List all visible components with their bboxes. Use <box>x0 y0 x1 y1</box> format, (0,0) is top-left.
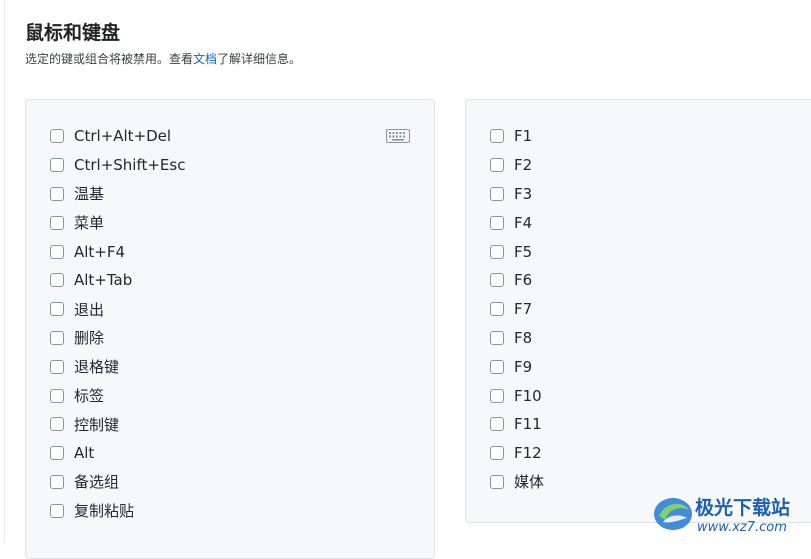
checkbox[interactable] <box>490 446 504 461</box>
keyboard-icon[interactable] <box>386 129 410 143</box>
key-combo-item-label: Alt+Tab <box>74 271 133 290</box>
function-key-item[interactable]: F7 <box>490 295 544 324</box>
key-combo-item[interactable]: 备选组 <box>50 468 185 497</box>
key-combo-item-label: Ctrl+Shift+Esc <box>74 156 186 175</box>
checkbox[interactable] <box>50 446 64 461</box>
checkbox[interactable] <box>490 244 504 259</box>
key-combo-item[interactable]: 温基 <box>50 180 185 209</box>
watermark-url: www.xz7.com <box>697 520 787 535</box>
page-left-border <box>4 0 5 543</box>
key-combo-item-label: 温基 <box>74 185 105 204</box>
function-key-item-label: F9 <box>514 357 533 376</box>
function-key-item-label: F11 <box>514 415 542 434</box>
function-key-item-label: 媒体 <box>514 473 545 492</box>
function-key-item-label: F7 <box>514 300 533 319</box>
key-combo-item[interactable]: Alt <box>50 439 185 468</box>
function-keys-panel: F1 F2 F3 F4 F5 F6 F7 F8 F9 F10 F11 F12 媒体 <box>465 99 811 523</box>
function-key-item-label: F8 <box>514 328 533 347</box>
function-key-item-label: F1 <box>514 127 533 146</box>
key-combo-item[interactable]: 标签 <box>50 381 185 410</box>
checkbox[interactable] <box>50 129 64 144</box>
key-combo-item-label: 备选组 <box>74 473 120 492</box>
checkbox[interactable] <box>490 215 504 230</box>
function-key-item-label: F10 <box>514 386 542 405</box>
checkbox[interactable] <box>50 244 64 259</box>
function-key-item-label: F5 <box>514 242 533 261</box>
checkbox[interactable] <box>50 388 64 403</box>
checkbox[interactable] <box>50 273 64 288</box>
key-combos-list: Ctrl+Alt+Del Ctrl+Shift+Esc 温基菜单 Alt+F4 Alt+… <box>50 122 185 525</box>
checkbox[interactable] <box>50 503 64 518</box>
checkbox[interactable] <box>490 359 504 374</box>
checkbox[interactable] <box>50 158 64 173</box>
key-combo-item-label: 控制键 <box>74 415 120 434</box>
key-combos-panel: Ctrl+Alt+Del Ctrl+Shift+Esc 温基菜单 Alt+F4 Alt+… <box>25 99 435 559</box>
checkbox[interactable] <box>490 474 504 489</box>
checkbox[interactable] <box>50 474 64 489</box>
watermark-text: 极光下载站 <box>695 497 791 519</box>
page-subtitle: 选定的键或组合将被禁用。查看文档了解详细信息。 <box>25 50 301 67</box>
key-combo-item-label: 退出 <box>74 300 105 319</box>
key-combo-item-label: Alt+F4 <box>74 242 126 261</box>
checkbox[interactable] <box>50 330 64 345</box>
checkbox[interactable] <box>490 417 504 432</box>
function-key-item[interactable]: F12 <box>490 439 544 468</box>
checkbox[interactable] <box>490 158 504 173</box>
function-keys-list: F1 F2 F3 F4 F5 F6 F7 F8 F9 F10 F11 F12 媒体 <box>490 122 544 496</box>
checkbox[interactable] <box>50 215 64 230</box>
function-key-item-label: F6 <box>514 271 533 290</box>
key-combo-item[interactable]: 菜单 <box>50 208 185 237</box>
key-combo-item[interactable]: 退格键 <box>50 352 185 381</box>
checkbox[interactable] <box>490 330 504 345</box>
key-combo-item-label: Alt <box>74 444 95 463</box>
function-key-item[interactable]: F8 <box>490 324 544 353</box>
function-key-item[interactable]: F11 <box>490 410 544 439</box>
checkbox[interactable] <box>50 417 64 432</box>
function-key-item-label: F3 <box>514 184 533 203</box>
key-combo-item-label: 退格键 <box>74 358 120 377</box>
key-combo-item[interactable]: Ctrl+Shift+Esc <box>50 151 185 180</box>
watermark-logo: 极光下载站 www.xz7.com <box>651 490 803 540</box>
function-key-item[interactable]: F2 <box>490 151 544 180</box>
checkbox[interactable] <box>490 302 504 317</box>
function-key-item[interactable]: F6 <box>490 266 544 295</box>
function-key-item[interactable]: F9 <box>490 352 544 381</box>
key-combo-item[interactable]: Alt+F4 <box>50 237 185 266</box>
checkbox[interactable] <box>50 186 64 201</box>
key-combo-item[interactable]: 控制键 <box>50 410 185 439</box>
docs-link[interactable]: 文档 <box>193 52 217 66</box>
checkbox[interactable] <box>50 359 64 374</box>
function-key-item[interactable]: 媒体 <box>490 468 544 497</box>
key-combo-item[interactable]: 复制粘贴 <box>50 496 185 525</box>
checkbox[interactable] <box>490 186 504 201</box>
subtitle-text-before: 选定的键或组合将被禁用。查看 <box>25 52 194 66</box>
key-combo-item-label: Ctrl+Alt+Del <box>74 127 172 146</box>
function-key-item[interactable]: F10 <box>490 381 544 410</box>
checkbox[interactable] <box>490 273 504 288</box>
function-key-item[interactable]: F1 <box>490 122 544 151</box>
key-combo-item[interactable]: 退出 <box>50 295 185 324</box>
function-key-item[interactable]: F5 <box>490 237 544 266</box>
key-combo-item[interactable]: Alt+Tab <box>50 266 185 295</box>
key-combo-item-label: 复制粘贴 <box>74 502 135 521</box>
page-title: 鼠标和键盘 <box>25 22 121 44</box>
key-combo-item-label: 标签 <box>74 387 105 406</box>
function-key-item[interactable]: F3 <box>490 180 544 209</box>
function-key-item-label: F2 <box>514 156 533 175</box>
function-key-item-label: F4 <box>514 213 533 232</box>
checkbox[interactable] <box>490 129 504 144</box>
subtitle-text-after: 了解详细信息。 <box>217 52 302 66</box>
function-key-item[interactable]: F4 <box>490 208 544 237</box>
checkbox[interactable] <box>50 302 64 317</box>
key-combo-item-label: 删除 <box>74 329 105 348</box>
function-key-item-label: F12 <box>514 444 542 463</box>
watermark-swirl-icon <box>654 498 692 530</box>
key-combo-item[interactable]: Ctrl+Alt+Del <box>50 122 185 151</box>
checkbox[interactable] <box>490 388 504 403</box>
key-combo-item-label: 菜单 <box>74 214 105 233</box>
key-combo-item[interactable]: 删除 <box>50 324 185 353</box>
